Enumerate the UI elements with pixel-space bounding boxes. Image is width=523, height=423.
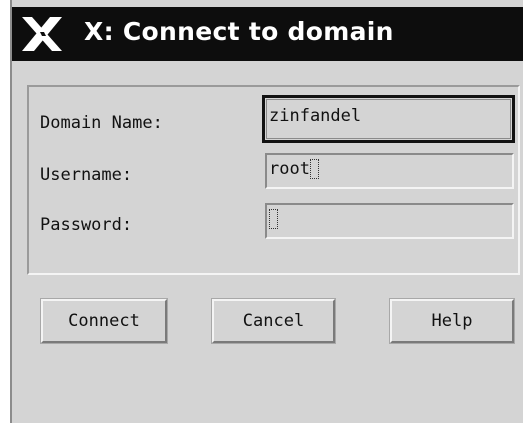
window-title: X: Connect to domain [84, 17, 394, 46]
password-field[interactable] [265, 203, 514, 239]
text-cursor [309, 159, 319, 179]
username-value: root [269, 159, 310, 179]
x-window-system-icon [22, 17, 62, 51]
username-label: Username: [40, 165, 133, 185]
connect-dialog: X: Connect to domain Domain Name: zinfan… [10, 0, 523, 423]
text-cursor [269, 209, 278, 229]
username-field[interactable]: root [265, 153, 514, 189]
domain-name-value: zinfandel [269, 106, 362, 126]
help-button[interactable]: Help [390, 299, 514, 343]
cancel-button[interactable]: Cancel [212, 299, 335, 343]
domain-name-field[interactable]: zinfandel [262, 95, 515, 143]
password-label: Password: [40, 215, 133, 235]
title-bar[interactable]: X: Connect to domain [12, 7, 523, 61]
connect-button[interactable]: Connect [41, 299, 167, 343]
login-form-panel: Domain Name: zinfandel Username: root Pa… [27, 85, 520, 275]
domain-name-label: Domain Name: [40, 113, 163, 133]
